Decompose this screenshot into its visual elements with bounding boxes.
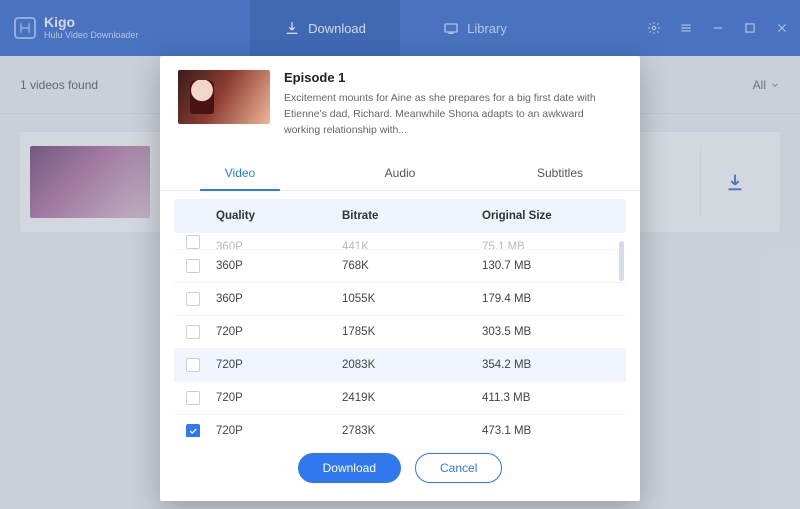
row-checkbox[interactable]	[186, 358, 200, 372]
cell-bitrate: 768K	[342, 260, 482, 272]
table-row[interactable]: 360P441K75.1 MB	[174, 233, 626, 250]
cell-quality: 720P	[212, 326, 342, 338]
tab-label: Subtitles	[537, 166, 583, 180]
cell-quality: 720P	[212, 425, 342, 437]
cell-size: 130.7 MB	[482, 260, 626, 272]
table-header: Quality Bitrate Original Size	[174, 199, 626, 233]
row-checkbox[interactable]	[186, 325, 200, 339]
col-bitrate: Bitrate	[342, 210, 482, 222]
tab-subtitles[interactable]: Subtitles	[480, 156, 640, 190]
download-button[interactable]: Download	[298, 453, 401, 483]
tab-label: Audio	[385, 166, 416, 180]
modal-actions: Download Cancel	[160, 453, 640, 483]
button-label: Cancel	[440, 461, 477, 475]
cell-bitrate: 2783K	[342, 425, 482, 437]
col-quality: Quality	[212, 210, 342, 222]
cell-size: 75.1 MB	[482, 241, 626, 250]
cell-bitrate: 2083K	[342, 359, 482, 371]
table-row[interactable]: 360P768K130.7 MB	[174, 250, 626, 283]
modal-tabs: Video Audio Subtitles	[160, 156, 640, 191]
scrollbar[interactable]	[619, 241, 624, 281]
episode-title: Episode 1	[284, 70, 622, 85]
tab-audio[interactable]: Audio	[320, 156, 480, 190]
row-checkbox[interactable]	[186, 259, 200, 273]
cell-size: 473.1 MB	[482, 425, 626, 437]
cell-bitrate: 441K	[342, 241, 482, 250]
table-row[interactable]: 720P2419K411.3 MB	[174, 382, 626, 415]
row-checkbox[interactable]	[186, 235, 200, 249]
row-checkbox[interactable]	[186, 424, 200, 437]
cell-quality: 360P	[212, 260, 342, 272]
cell-size: 303.5 MB	[482, 326, 626, 338]
download-modal: Episode 1 Excitement mounts for Aine as …	[160, 56, 640, 501]
table-row[interactable]: 720P2083K354.2 MB	[174, 349, 626, 382]
cell-quality: 360P	[212, 241, 342, 250]
modal-overlay: Episode 1 Excitement mounts for Aine as …	[0, 0, 800, 509]
table-row[interactable]: 720P1785K303.5 MB	[174, 316, 626, 349]
table-rows: 360P441K75.1 MB360P768K130.7 MB360P1055K…	[174, 233, 626, 437]
row-checkbox[interactable]	[186, 391, 200, 405]
cell-size: 179.4 MB	[482, 293, 626, 305]
episode-thumbnail	[178, 70, 270, 124]
table-row[interactable]: 360P1055K179.4 MB	[174, 283, 626, 316]
cancel-button[interactable]: Cancel	[415, 453, 502, 483]
cell-size: 354.2 MB	[482, 359, 626, 371]
button-label: Download	[323, 461, 376, 475]
cell-bitrate: 1785K	[342, 326, 482, 338]
col-size: Original Size	[482, 210, 626, 222]
cell-bitrate: 1055K	[342, 293, 482, 305]
cell-quality: 720P	[212, 392, 342, 404]
cell-bitrate: 2419K	[342, 392, 482, 404]
tab-video[interactable]: Video	[160, 156, 320, 190]
row-checkbox[interactable]	[186, 292, 200, 306]
cell-quality: 360P	[212, 293, 342, 305]
cell-quality: 720P	[212, 359, 342, 371]
cell-size: 411.3 MB	[482, 392, 626, 404]
table-row[interactable]: 720P2783K473.1 MB	[174, 415, 626, 437]
tab-label: Video	[225, 166, 255, 180]
episode-description: Excitement mounts for Aine as she prepar…	[284, 91, 622, 138]
